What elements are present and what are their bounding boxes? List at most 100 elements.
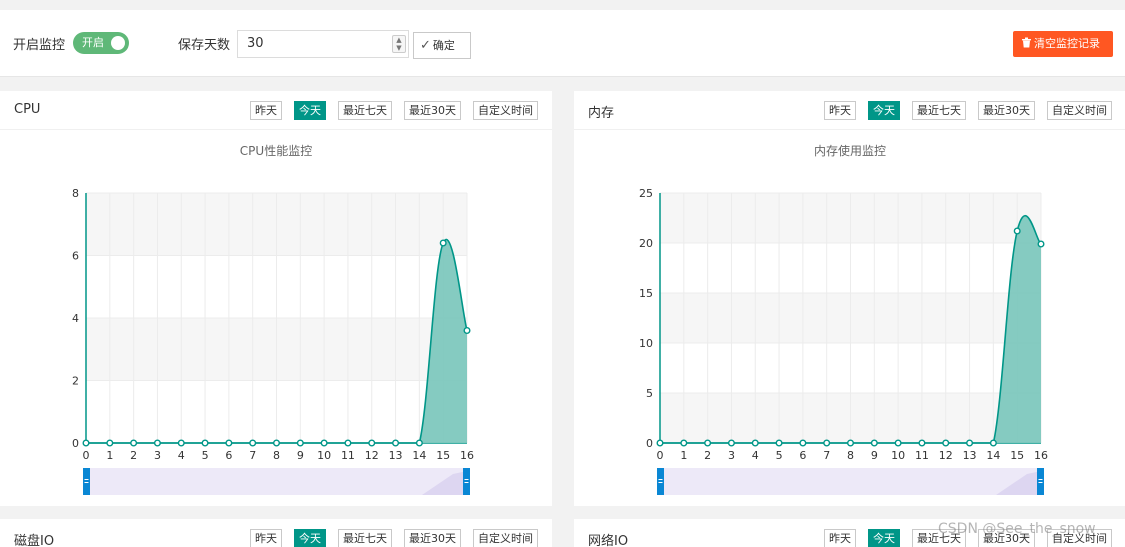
x-tick-label: 11 [915, 449, 929, 462]
data-point [392, 439, 400, 447]
data-point [680, 439, 688, 447]
x-tick-label: 9 [871, 449, 878, 462]
panel-title: 磁盘IO [14, 534, 55, 547]
data-point [799, 439, 807, 447]
x-tick-label: 2 [130, 449, 137, 462]
y-tick-label: 0 [646, 437, 653, 450]
data-point [201, 439, 209, 447]
x-tick-label: 12 [365, 449, 379, 462]
zoom-handle-grip[interactable] [84, 482, 89, 483]
zoom-handle-grip[interactable] [464, 479, 469, 480]
y-tick-label: 15 [639, 287, 653, 300]
data-point [870, 439, 878, 447]
x-tick-label: 5 [776, 449, 783, 462]
data-point [153, 439, 161, 447]
x-tick-label: 4 [752, 449, 759, 462]
confirm-button[interactable]: ✓ 确定 [413, 32, 471, 59]
zoom-handle-left[interactable] [657, 468, 664, 495]
data-point [727, 439, 735, 447]
x-tick-label: 6 [799, 449, 806, 462]
toggle-label: 开启 [82, 36, 104, 49]
cpu-panel: CPU 昨天 今天 最近七天 最近30天 自定义时间 CPU性能监控 02468… [0, 91, 552, 506]
memory-chart: 05101520250 1 2 3 4 5 6 7 8 9 10 11 12 13 14 15 16 [639, 187, 1048, 495]
data-point [249, 439, 257, 447]
data-point [273, 439, 281, 447]
x-tick-label: 3 [154, 449, 161, 462]
x-tick-label: 14 [986, 449, 1000, 462]
zoom-handle-grip[interactable] [464, 482, 469, 483]
x-tick-label: 13 [389, 449, 403, 462]
x-tick-label: 4 [178, 449, 185, 462]
y-tick-label: 2 [72, 375, 79, 388]
keep-days-label: 保存天数 [178, 38, 231, 53]
x-tick-label: 5 [202, 449, 209, 462]
stepper-down-icon[interactable]: ▼ [393, 44, 405, 52]
tab-last-30-days[interactable]: 最近30天 [404, 529, 461, 547]
y-tick-label: 5 [646, 387, 653, 400]
data-point [344, 439, 352, 447]
x-tick-label: 14 [412, 449, 426, 462]
x-tick-label: 12 [939, 449, 953, 462]
x-tick-label: 10 [891, 449, 905, 462]
x-tick-label: 6 [225, 449, 232, 462]
zoom-handle-grip[interactable] [658, 479, 663, 480]
data-point [989, 439, 997, 447]
keep-days-input[interactable]: 30 [237, 30, 409, 58]
data-point [751, 439, 759, 447]
tab-yesterday[interactable]: 昨天 [250, 529, 282, 547]
y-tick-label: 0 [72, 437, 79, 450]
y-tick-label: 20 [639, 237, 653, 250]
zoom-handle-right[interactable] [463, 468, 470, 495]
data-point [894, 439, 902, 447]
zoom-handle-grip[interactable] [84, 479, 89, 480]
clear-records-label: 清空监控记录 [1034, 37, 1100, 50]
data-point [320, 439, 328, 447]
x-tick-label: 2 [704, 449, 711, 462]
tab-yesterday[interactable]: 昨天 [824, 529, 856, 547]
clear-records-button[interactable]: 清空监控记录 [1013, 31, 1113, 57]
x-tick-label: 15 [1010, 449, 1024, 462]
time-range-tabs: 昨天 今天 最近七天 最近30天 自定义时间 [238, 529, 538, 547]
tab-today[interactable]: 今天 [868, 529, 900, 547]
zoom-slider-track[interactable] [660, 468, 1041, 495]
csdn-watermark: CSDN @See_the_snow [938, 521, 1096, 537]
x-tick-label: 1 [106, 449, 113, 462]
disk-io-panel: 磁盘IO 昨天 今天 最近七天 最近30天 自定义时间 [0, 519, 552, 547]
data-point [847, 439, 855, 447]
data-point [296, 439, 304, 447]
x-tick-label: 3 [728, 449, 735, 462]
zoom-handle-grip[interactable] [1038, 479, 1043, 480]
monitor-toolbar: 开启监控 开启 保存天数 30 ▲ ▼ ✓ 确定 清空监控记录 [0, 10, 1125, 77]
x-tick-label: 11 [341, 449, 355, 462]
check-icon: ✓ [420, 38, 431, 53]
data-point [225, 439, 233, 447]
data-point [415, 439, 423, 447]
tab-custom-time[interactable]: 自定义时间 [473, 529, 538, 547]
zoom-handle-grip[interactable] [658, 482, 663, 483]
confirm-label: 确定 [432, 39, 455, 52]
zoom-handle-left[interactable] [83, 468, 90, 495]
cpu-chart: 024680 1 2 3 4 5 6 7 8 9 10 11 12 13 14 15 16 [72, 187, 474, 495]
data-point [106, 439, 114, 447]
x-tick-label: 16 [1034, 449, 1048, 462]
x-tick-label: 16 [460, 449, 474, 462]
monitor-label: 开启监控 [13, 38, 66, 53]
data-point [942, 439, 950, 447]
stepper-up-icon[interactable]: ▲ [393, 36, 405, 44]
data-point [823, 439, 831, 447]
x-tick-label: 7 [823, 449, 830, 462]
keep-days-stepper[interactable]: ▲ ▼ [392, 35, 406, 53]
zoom-slider-track[interactable] [86, 468, 467, 495]
data-point [918, 439, 926, 447]
tab-last-7-days[interactable]: 最近七天 [338, 529, 392, 547]
data-point [966, 439, 974, 447]
monitor-toggle[interactable]: 开启 [73, 32, 129, 54]
data-point [177, 439, 185, 447]
zoom-handle-grip[interactable] [1038, 482, 1043, 483]
zoom-handle-right[interactable] [1037, 468, 1044, 495]
data-point [439, 239, 447, 247]
data-point [463, 326, 471, 334]
data-point [656, 439, 664, 447]
tab-today[interactable]: 今天 [294, 529, 326, 547]
y-tick-label: 6 [72, 250, 79, 263]
